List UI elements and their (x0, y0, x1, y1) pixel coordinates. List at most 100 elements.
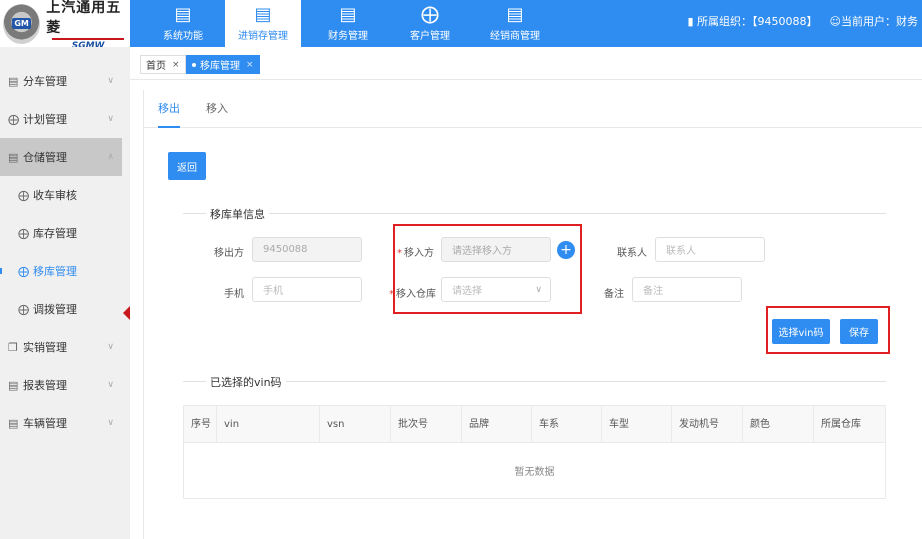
sidebar-item-transfer[interactable]: ⨁ 移库管理 (0, 252, 130, 290)
move-out-label: 移出方 (214, 248, 244, 259)
sidebar-item-label: 分车管理 (23, 75, 67, 88)
sidebar-item-sales[interactable]: ❐ 实销管理 ∨ (0, 328, 130, 366)
header-info: ▮ 所属组织：【9450088】 ☺当前用户：财务 (687, 13, 918, 29)
grid-icon: ⨁ (18, 302, 29, 316)
sidebar-item-allocation[interactable]: ⨁ 调拨管理 (0, 290, 130, 328)
sidebar-item-reports[interactable]: ▤ 报表管理 ∨ (0, 366, 130, 404)
nav-label: 进销存管理 (238, 31, 288, 42)
section-divider (183, 381, 886, 382)
nav-customer-management[interactable]: ⨁ 客户管理 (400, 0, 460, 47)
contact-label: 联系人 (617, 248, 647, 259)
grid-icon: ⨁ (18, 226, 29, 240)
nav-inventory-management[interactable]: ▤ 进销存管理 (225, 0, 301, 47)
move-out-field[interactable]: 9450088 (252, 237, 362, 262)
nav-finance-management[interactable]: ▤ 财务管理 (318, 0, 378, 47)
grid-icon: ⨁ (18, 188, 29, 202)
column-header: 颜色 (743, 406, 814, 443)
brand-text: 上汽通用五菱 SGMW (46, 0, 130, 51)
brand-logo: GM 上汽通用五菱 SGMW (0, 0, 130, 51)
section-title-transfer-info: 移库单信息 (206, 206, 269, 222)
contact-input[interactable]: 联系人 (655, 237, 765, 262)
subtabs: 移出 移入 (144, 90, 922, 128)
phone-label: 手机 (224, 289, 244, 300)
vin-table: 序号 vin vsn 批次号 品牌 车系 车型 发动机号 颜色 所属仓库 暂无数… (183, 405, 886, 499)
section-divider (183, 213, 886, 214)
chevron-down-icon: ∨ (107, 76, 114, 86)
sidebar-item-receive-review[interactable]: ⨁ 收车审核 (0, 176, 130, 214)
server-icon: ▤ (254, 4, 272, 25)
chevron-down-icon: ∨ (107, 418, 114, 428)
main-panel: 移出 移入 返回 移库单信息 移出方 9450088 * 移入方 请选择移入方 +… (143, 90, 922, 539)
grid-icon: ⨁ (421, 4, 439, 25)
nav-label: 系统功能 (163, 31, 203, 42)
nav-label: 经销商管理 (490, 31, 540, 42)
nav-system-functions[interactable]: ▤ 系统功能 (153, 0, 213, 47)
back-button[interactable]: 返回 (168, 152, 206, 180)
car-icon: ▮ (687, 15, 694, 28)
tab-label: 移库管理 (200, 61, 240, 72)
remark-input[interactable]: 备注 (632, 277, 742, 302)
list-icon: ▤ (8, 416, 19, 430)
grid-icon: ⨁ (8, 112, 19, 126)
org-info: ▮ 所属组织：【9450088】 (687, 13, 817, 29)
user-label: 当前用户：财务 (841, 15, 918, 28)
gm-badge-icon: GM (3, 3, 41, 44)
highlight-box-required-fields (393, 224, 582, 314)
sidebar-item-warehouse[interactable]: ▤ 仓储管理 ∧ (0, 138, 122, 176)
column-header: 序号 (184, 406, 217, 443)
sidebar-item-dispatch[interactable]: ▤ 分车管理 ∨ (0, 62, 130, 100)
close-icon[interactable]: × (246, 60, 254, 70)
badge-text: GM (12, 18, 31, 29)
tab-move-in[interactable]: 移入 (206, 90, 228, 128)
column-header: 发动机号 (672, 406, 743, 443)
sidebar-item-label: 收车审核 (33, 189, 77, 202)
table-header: 序号 vin vsn 批次号 品牌 车系 车型 发动机号 颜色 所属仓库 (184, 406, 885, 443)
copy-icon: ❐ (8, 340, 18, 354)
tab-label: 首页 (146, 61, 166, 72)
tab-home[interactable]: 首页 × (140, 55, 186, 74)
sidebar: ▤ 分车管理 ∨ ⨁ 计划管理 ∨ ▤ 仓储管理 ∧ ⨁ 收车审核 ⨁ 库存管理… (0, 47, 130, 539)
chevron-down-icon: ∨ (107, 342, 114, 352)
server-icon: ▤ (174, 4, 192, 25)
nav-label: 财务管理 (328, 31, 368, 42)
user-info[interactable]: ☺当前用户：财务 (830, 13, 918, 29)
sidebar-item-label: 仓储管理 (23, 151, 67, 164)
column-header: 品牌 (462, 406, 532, 443)
column-header: vsn (320, 406, 391, 443)
list-icon: ▤ (8, 150, 19, 164)
sidebar-item-label: 报表管理 (23, 379, 67, 392)
active-dot-icon (192, 62, 196, 67)
sidebar-item-stock[interactable]: ⨁ 库存管理 (0, 214, 130, 252)
sidebar-item-label: 计划管理 (23, 113, 67, 126)
column-header: vin (217, 406, 320, 443)
page-tabs: 首页 × 移库管理 × (130, 47, 922, 80)
phone-input[interactable]: 手机 (252, 277, 362, 302)
highlight-box-action-buttons (766, 306, 890, 354)
sidebar-collapse-handle[interactable] (123, 306, 130, 320)
brand-name-cn: 上汽通用五菱 (46, 0, 122, 36)
server-icon: ▤ (339, 4, 357, 25)
sidebar-item-label: 库存管理 (33, 227, 77, 240)
section-title-selected-vin: 已选择的vin码 (206, 374, 286, 390)
sidebar-item-label: 实销管理 (23, 341, 67, 354)
remark-label: 备注 (604, 289, 624, 300)
tab-move-out[interactable]: 移出 (158, 90, 180, 128)
close-icon[interactable]: × (172, 60, 180, 70)
chevron-up-icon: ∧ (107, 152, 114, 162)
nav-label: 客户管理 (410, 31, 450, 42)
org-label: 所属组织：【9450088】 (697, 15, 818, 28)
tab-transfer[interactable]: 移库管理 × (186, 55, 260, 74)
chevron-down-icon: ∨ (107, 380, 114, 390)
list-icon: ▤ (8, 378, 19, 392)
server-icon: ▤ (506, 4, 524, 25)
sidebar-item-plan[interactable]: ⨁ 计划管理 ∨ (0, 100, 130, 138)
brand-underline (52, 37, 125, 40)
nav-dealer-management[interactable]: ▤ 经销商管理 (485, 0, 545, 47)
column-header: 所属仓库 (821, 419, 861, 430)
sidebar-item-label: 调拨管理 (33, 303, 77, 316)
user-icon: ☺ (829, 15, 841, 28)
active-indicator (0, 268, 2, 274)
empty-state-text: 暂无数据 (514, 467, 555, 478)
sidebar-item-vehicles[interactable]: ▤ 车辆管理 ∨ (0, 404, 130, 442)
column-header: 车型 (602, 406, 672, 443)
